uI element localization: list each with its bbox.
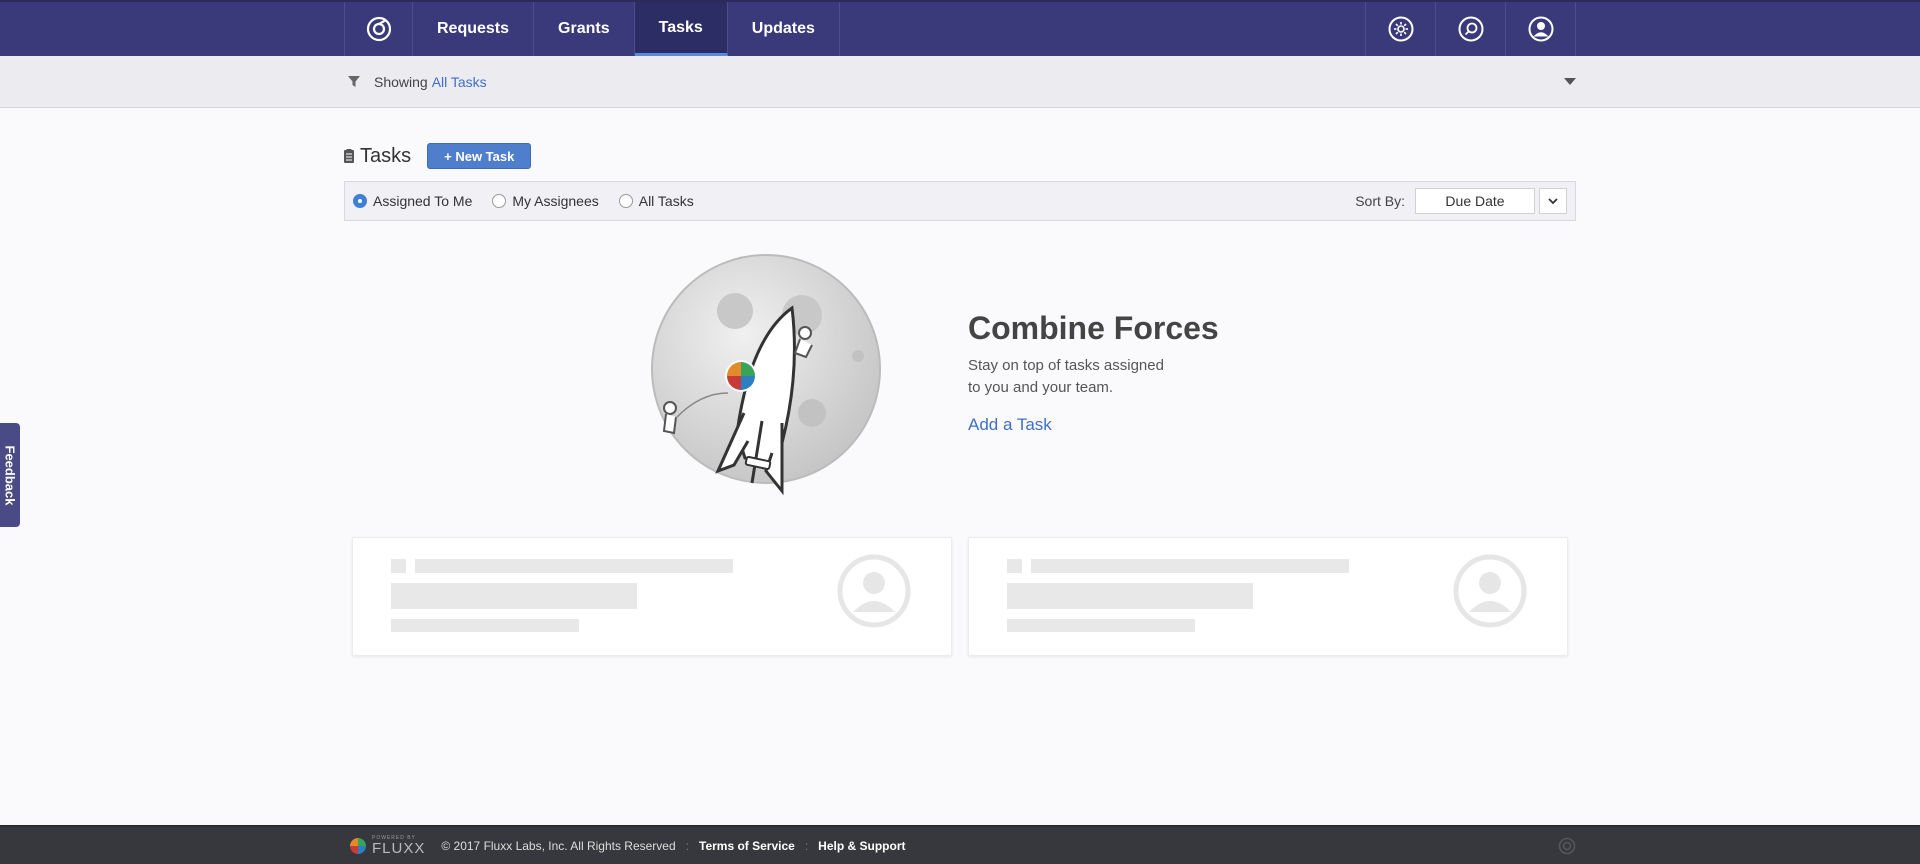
placeholder-task-card: [352, 537, 952, 656]
empty-state-line-1: Stay on top of tasks assigned: [968, 357, 1164, 374]
fluxx-logo-icon: [1558, 837, 1576, 855]
rocket-moon-illustration: [651, 254, 881, 496]
radio-label: Assigned To Me: [373, 193, 473, 209]
filter-value-link[interactable]: All Tasks: [432, 74, 487, 90]
sort-dropdown-button[interactable]: [1539, 188, 1567, 214]
empty-state-line-2: to you and your team.: [968, 379, 1114, 396]
placeholder-bar: [391, 559, 406, 573]
feedback-label: Feedback: [2, 445, 18, 505]
radio-my-assignees[interactable]: My Assignees: [492, 193, 599, 209]
settings-button[interactable]: [1365, 2, 1435, 56]
powered-by-fluxx: POWERED BY FLUXX: [348, 835, 426, 857]
filter-icon: [348, 76, 360, 87]
tab-requests[interactable]: Requests: [413, 2, 535, 56]
search-button[interactable]: [1435, 2, 1505, 56]
sort-control: Sort By: Due Date: [1355, 188, 1567, 214]
placeholder-bar: [391, 583, 637, 609]
clipboard-icon: [344, 149, 354, 163]
filter-bar-inner[interactable]: Showing All Tasks: [344, 56, 1576, 108]
profile-button[interactable]: [1505, 2, 1575, 56]
placeholder-bar: [1007, 583, 1253, 609]
brand-name: FLUXX: [372, 839, 426, 857]
radio-all-tasks[interactable]: All Tasks: [618, 193, 694, 209]
placeholder-bar: [1031, 559, 1349, 573]
radio-label: All Tasks: [638, 193, 694, 209]
tab-updates[interactable]: Updates: [728, 2, 840, 56]
footer-inner: POWERED BY FLUXX © 2017 Fluxx Labs, Inc.…: [348, 827, 1576, 864]
placeholder-bar: [1007, 559, 1022, 573]
help-support-link[interactable]: Help & Support: [818, 839, 905, 853]
empty-state-description: Stay on top of tasks assigned to you and…: [968, 355, 1188, 399]
radio-label: My Assignees: [512, 193, 599, 209]
home-logo[interactable]: [345, 2, 413, 56]
powered-by-text: POWERED BY FLUXX: [372, 835, 426, 857]
top-navigation-inner: Requests Grants Tasks Updates: [344, 2, 1576, 56]
copyright-text: © 2017 Fluxx Labs, Inc. All Rights Reser…: [441, 838, 676, 853]
page-title: Tasks: [360, 144, 412, 167]
footer-separator: :: [685, 838, 689, 853]
chevron-down-icon: [1548, 197, 1558, 204]
task-filter-options: Assigned To Me My Assignees All Tasks So…: [344, 181, 1576, 221]
sort-label: Sort By:: [1355, 193, 1405, 209]
placeholder-bar: [391, 619, 579, 632]
avatar-placeholder-icon: [1453, 554, 1527, 628]
empty-state-message: Combine Forces Stay on top of tasks assi…: [968, 310, 1219, 435]
search-icon: [1458, 16, 1483, 42]
avatar-placeholder-icon: [837, 554, 911, 628]
sort-select[interactable]: Due Date: [1415, 188, 1535, 214]
radio-indicator[interactable]: [353, 194, 367, 208]
feedback-tab[interactable]: Feedback: [0, 423, 20, 527]
tasks-header: Tasks + New Task: [344, 142, 532, 170]
placeholder-bar: [415, 559, 733, 573]
chevron-down-icon[interactable]: [1564, 78, 1576, 85]
top-navigation: Requests Grants Tasks Updates: [0, 0, 1920, 56]
footer-separator: :: [804, 838, 809, 853]
fluxx-brand-icon: [350, 837, 366, 854]
empty-state-heading: Combine Forces: [968, 310, 1219, 346]
terms-link[interactable]: Terms of Service: [699, 839, 795, 853]
user-icon: [1528, 16, 1553, 42]
empty-state-illustration: [650, 253, 890, 508]
footer: POWERED BY FLUXX © 2017 Fluxx Labs, Inc.…: [0, 825, 1920, 864]
add-task-link[interactable]: Add a Task: [968, 415, 1219, 435]
filter-bar: Showing All Tasks: [0, 56, 1920, 108]
tab-tasks[interactable]: Tasks: [634, 2, 728, 56]
fluxx-logo-icon: [366, 16, 391, 42]
settings-icon: [1388, 16, 1413, 42]
radio-indicator[interactable]: [618, 194, 633, 208]
tab-grants[interactable]: Grants: [534, 2, 635, 56]
radio-assigned-to-me[interactable]: Assigned To Me: [353, 193, 472, 209]
new-task-button[interactable]: + New Task: [427, 143, 532, 169]
placeholder-task-card: [968, 537, 1568, 656]
filter-prefix: Showing: [374, 74, 428, 90]
placeholder-bar: [1007, 619, 1195, 632]
radio-indicator[interactable]: [492, 194, 507, 208]
